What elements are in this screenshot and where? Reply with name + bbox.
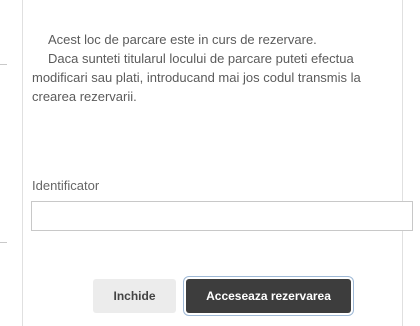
access-reservation-button[interactable]: Acceseaza rezervarea bbox=[186, 279, 351, 313]
message-line-2: Daca sunteti titularul locului de parcar… bbox=[32, 51, 361, 104]
dialog-message: Acest loc de parcare este in curs de rez… bbox=[32, 30, 404, 106]
reservation-dialog: Acest loc de parcare este in curs de rez… bbox=[22, 0, 413, 326]
background-page-edge bbox=[0, 0, 22, 326]
background-divider bbox=[0, 242, 7, 243]
identifier-input[interactable] bbox=[31, 201, 413, 231]
identifier-label: Identificator bbox=[32, 178, 100, 193]
close-button[interactable]: Inchide bbox=[93, 279, 176, 313]
background-divider bbox=[0, 64, 7, 65]
message-line-1: Acest loc de parcare este in curs de rez… bbox=[48, 32, 317, 47]
